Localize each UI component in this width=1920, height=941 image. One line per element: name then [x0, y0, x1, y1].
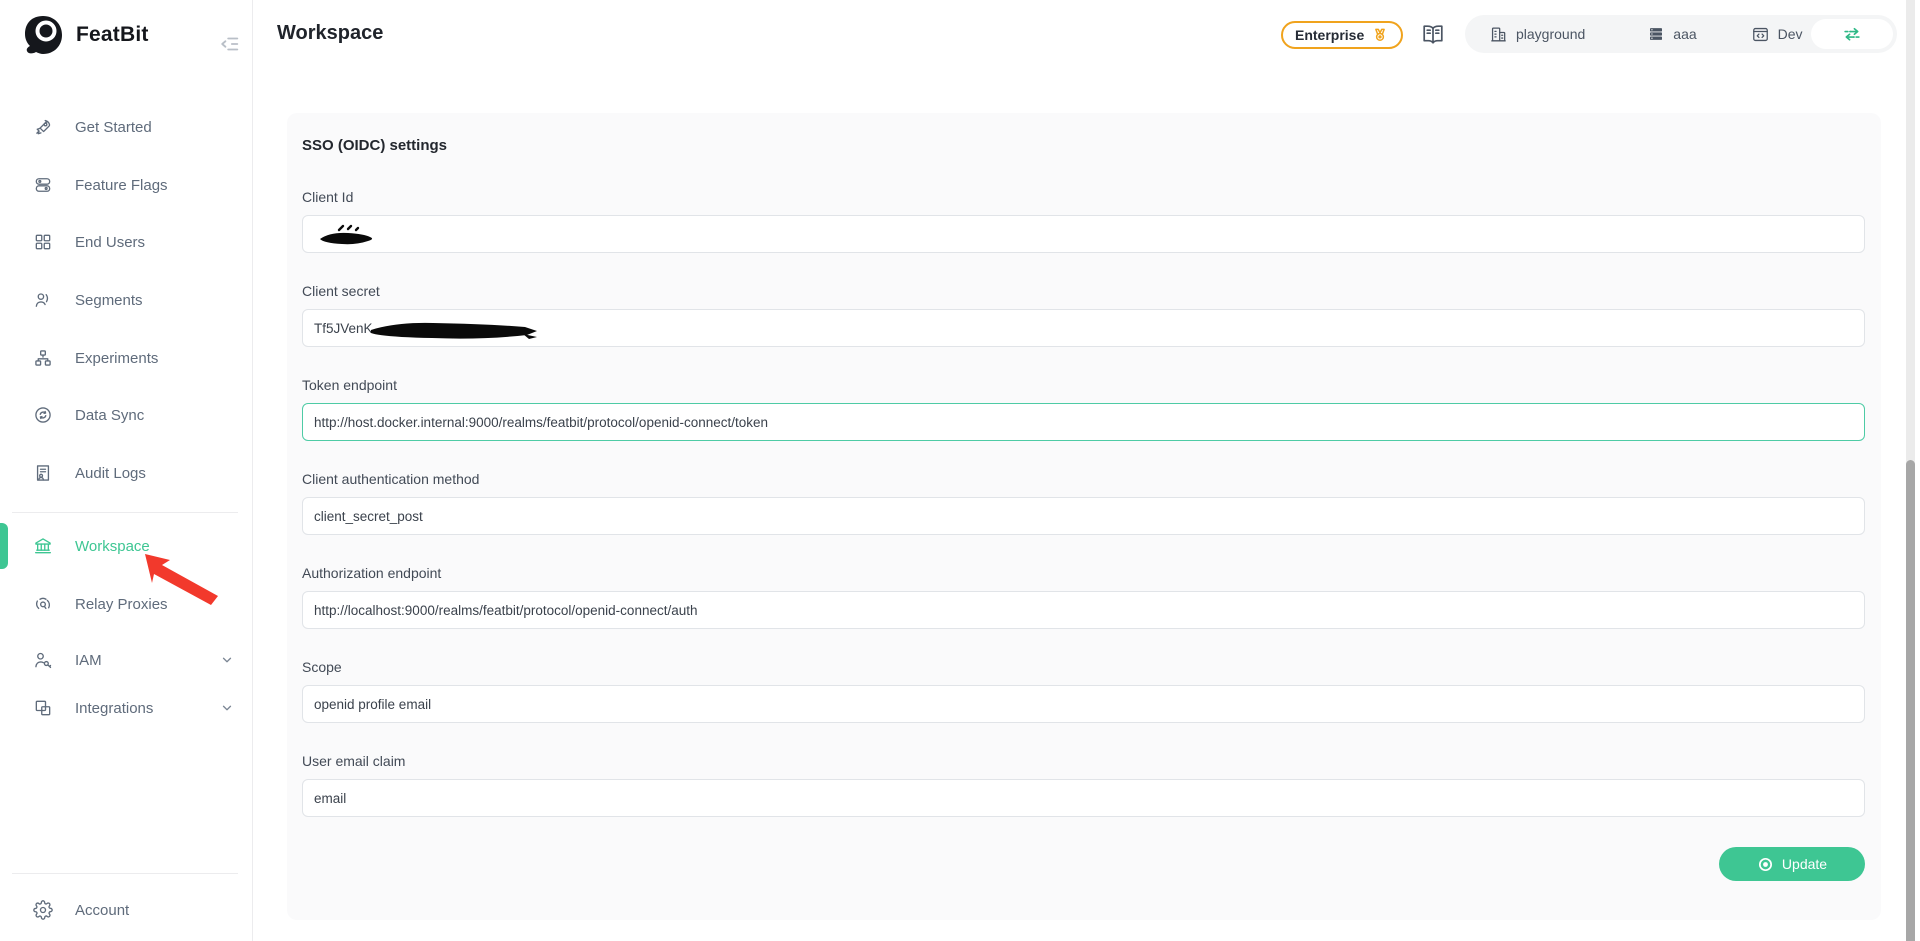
sidebar-divider — [12, 512, 238, 513]
sidebar-item-relay-proxies[interactable]: Relay Proxies — [0, 584, 253, 624]
stack-icon — [1647, 25, 1665, 43]
field-token-endpoint: Token endpoint — [302, 377, 1865, 441]
sidebar-item-label: Feature Flags — [75, 177, 168, 194]
field-scope: Scope — [302, 659, 1865, 723]
client-auth-method-input[interactable] — [302, 497, 1865, 535]
field-label: User email claim — [302, 753, 1865, 769]
environment-name: Dev — [1778, 26, 1803, 42]
sidebar-item-label: Audit Logs — [75, 465, 146, 482]
menu-fold-icon[interactable] — [219, 33, 241, 55]
sidebar-item-account[interactable]: Account — [0, 890, 253, 930]
sidebar-divider — [12, 873, 238, 874]
flags-icon — [33, 175, 53, 195]
group-selector[interactable]: aaa — [1647, 25, 1696, 43]
scope-input[interactable] — [302, 685, 1865, 723]
switch-environment-button[interactable] — [1811, 19, 1893, 49]
field-authorization-endpoint: Authorization endpoint — [302, 565, 1865, 629]
update-button-label: Update — [1782, 856, 1827, 872]
field-client-auth-method: Client authentication method — [302, 471, 1865, 535]
environment-selector[interactable]: Dev — [1751, 25, 1803, 44]
sidebar: FeatBit Get Started Feature Flags — [0, 0, 253, 941]
plan-badge-label: Enterprise — [1295, 27, 1364, 43]
sidebar-item-label: Segments — [75, 292, 143, 309]
featbit-logo-icon — [20, 12, 66, 58]
field-label: Token endpoint — [302, 377, 1865, 393]
sidebar-item-label: Relay Proxies — [75, 596, 168, 613]
medal-icon — [1371, 26, 1389, 44]
book-icon[interactable] — [1420, 22, 1446, 46]
sidebar-item-integrations[interactable]: Integrations — [0, 688, 253, 728]
update-button[interactable]: Update — [1719, 847, 1865, 881]
sidebar-item-experiments[interactable]: Experiments — [0, 338, 253, 378]
building-icon — [1489, 25, 1508, 44]
sidebar-item-get-started[interactable]: Get Started — [0, 107, 253, 147]
group-name: aaa — [1673, 26, 1696, 42]
field-user-email-claim: User email claim — [302, 753, 1865, 817]
field-label: Scope — [302, 659, 1865, 675]
field-label: Client Id — [302, 189, 1865, 205]
field-label: Client authentication method — [302, 471, 1865, 487]
sidebar-item-label: Integrations — [75, 700, 153, 717]
sync-icon — [33, 405, 53, 425]
bank-icon — [33, 536, 53, 556]
sidebar-item-data-sync[interactable]: Data Sync — [0, 395, 253, 435]
sidebar-item-feature-flags[interactable]: Feature Flags — [0, 165, 253, 205]
sidebar-item-label: Account — [75, 902, 129, 919]
authorization-endpoint-input[interactable] — [302, 591, 1865, 629]
sidebar-item-workspace[interactable]: Workspace — [0, 526, 253, 566]
sidebar-item-label: Get Started — [75, 119, 152, 136]
audit-doc-icon — [33, 463, 53, 483]
rocket-icon — [33, 117, 53, 137]
gear-icon — [33, 900, 53, 920]
project-name: playground — [1516, 26, 1585, 42]
chevron-down-icon — [220, 653, 234, 667]
swap-icon — [1841, 23, 1863, 45]
environment-switcher: playground aaa Dev — [1465, 15, 1897, 53]
sitemap-icon — [33, 348, 53, 368]
sidebar-item-label: End Users — [75, 234, 145, 251]
card-heading: SSO (OIDC) settings — [302, 137, 1865, 155]
sidebar-item-label: Workspace — [75, 538, 150, 555]
sidebar-item-iam[interactable]: IAM — [0, 640, 253, 680]
project-selector[interactable]: playground — [1489, 25, 1585, 44]
sidebar-item-label: Experiments — [75, 350, 158, 367]
client-secret-input[interactable] — [302, 309, 1865, 347]
person-key-icon — [33, 650, 53, 670]
brand-logo-row[interactable]: FeatBit — [20, 12, 149, 58]
code-window-icon — [1751, 25, 1770, 44]
page-title: Workspace — [277, 22, 383, 45]
target-icon — [1757, 856, 1774, 873]
grid-icon — [33, 232, 53, 252]
overlap-squares-icon — [33, 698, 53, 718]
scrollbar-thumb[interactable] — [1906, 460, 1915, 941]
sso-settings-card: SSO (OIDC) settings Client Id Client sec… — [287, 113, 1881, 920]
plan-badge[interactable]: Enterprise — [1281, 21, 1403, 49]
field-label: Authorization endpoint — [302, 565, 1865, 581]
sidebar-item-audit-logs[interactable]: Audit Logs — [0, 453, 253, 493]
scrollbar-track[interactable] — [1906, 0, 1915, 941]
field-client-id: Client Id — [302, 189, 1865, 253]
relay-icon — [33, 594, 53, 614]
chevron-down-icon — [220, 701, 234, 715]
token-endpoint-input[interactable] — [302, 403, 1865, 441]
brand-name: FeatBit — [76, 23, 149, 47]
sidebar-item-end-users[interactable]: End Users — [0, 222, 253, 262]
client-id-input[interactable] — [302, 215, 1865, 253]
topbar: Workspace Enterprise playgr — [254, 0, 1920, 72]
segments-icon — [33, 290, 53, 310]
sidebar-item-segments[interactable]: Segments — [0, 280, 253, 320]
user-email-claim-input[interactable] — [302, 779, 1865, 817]
sidebar-item-label: Data Sync — [75, 407, 144, 424]
field-label: Client secret — [302, 283, 1865, 299]
field-client-secret: Client secret — [302, 283, 1865, 347]
sidebar-item-label: IAM — [75, 652, 102, 669]
